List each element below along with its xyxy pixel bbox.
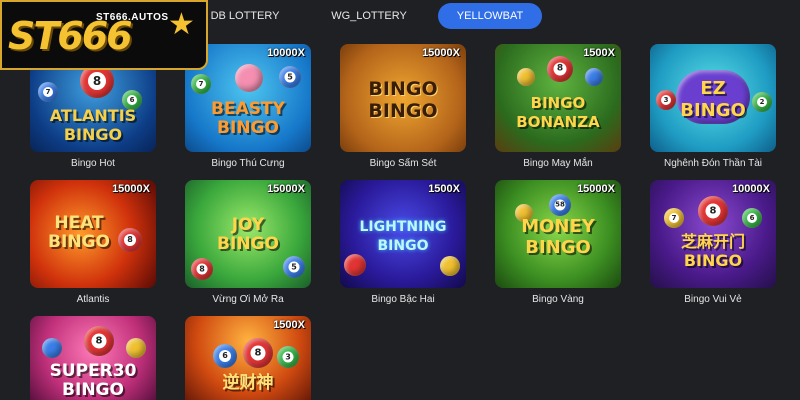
multiplier-badge: 1500X [273, 319, 305, 331]
game-name-label[interactable]: Vừng Ơi Mở Ra [173, 294, 323, 305]
game-name-label[interactable]: Atlantis [18, 294, 168, 305]
game-name-label[interactable]: Bingo Hot [18, 158, 168, 169]
tab-wg-lottery[interactable]: WG_LOTTERY [320, 3, 418, 29]
star-icon: ★ [168, 8, 195, 41]
game-art-title: SUPER30 BINGO [49, 361, 137, 400]
multiplier-badge: 15000X [112, 183, 150, 195]
game-art-title: EZ BINGO [680, 78, 746, 121]
game-card-super30-bingo[interactable]: 8 SUPER30 BINGO [30, 316, 156, 400]
multiplier-badge: 15000X [422, 47, 460, 59]
game-art-title: JOY BINGO [217, 215, 279, 254]
game-name-label[interactable]: Bingo Vui Vẻ [638, 294, 788, 305]
game-art-title: HEAT BINGO [48, 213, 110, 252]
game-card-heat-bingo[interactable]: 15000X 8 HEAT BINGO [30, 180, 156, 288]
game-name-label[interactable]: Nghênh Đón Thần Tài [638, 158, 788, 169]
multiplier-badge: 15000X [267, 183, 305, 195]
game-card-money-bingo[interactable]: 15000X 58 MONEY BINGO [495, 180, 621, 288]
multiplier-badge: 15000X [577, 183, 615, 195]
multiplier-badge: 1500X [428, 183, 460, 195]
tab-yellowbat[interactable]: YELLOWBAT [438, 3, 542, 29]
game-name-label[interactable]: Bingo Vàng [483, 294, 633, 305]
game-card-bingo-bonanza[interactable]: 1500X 8 BINGO BONANZA [495, 44, 621, 152]
logo-brand-text: ST666 [8, 14, 133, 58]
game-name-label[interactable]: Bingo Bậc Hai [328, 294, 478, 305]
game-art-title: BINGO BINGO [368, 78, 438, 122]
game-art-title: LIGHTNING BINGO [359, 219, 447, 254]
game-art-title: BEASTY BINGO [211, 99, 285, 138]
game-card-ni-cai-shen[interactable]: 1500X 6 8 3 逆财神 [185, 316, 311, 400]
game-card-joy-bingo[interactable]: 15000X 8 5 JOY BINGO [185, 180, 311, 288]
multiplier-badge: 1500X [583, 47, 615, 59]
tab-db-lottery[interactable]: DB LOTTERY [200, 3, 290, 29]
game-art-title: 芝麻开门 BINGO [680, 232, 745, 270]
game-card-bingo-bingo[interactable]: 15000X BINGO BINGO [340, 44, 466, 152]
game-card-lightning-bingo[interactable]: 1500X LIGHTNING BINGO [340, 180, 466, 288]
game-art-title: 逆财神 [222, 373, 274, 393]
game-name-label[interactable]: Bingo May Mắn [483, 158, 633, 169]
game-name-label[interactable]: Bingo Thú Cưng [173, 158, 323, 169]
game-art-title: MONEY BINGO [521, 216, 595, 258]
multiplier-badge: 10000X [267, 47, 305, 59]
game-art-title: ATLANTIS BINGO [49, 106, 137, 144]
game-card-zhima-bingo[interactable]: 10000X 8 7 6 芝麻开门 BINGO [650, 180, 776, 288]
site-logo[interactable]: ST666.AUTOS ST666 ★ [0, 0, 208, 70]
game-art-title: BINGO BONANZA [516, 94, 600, 131]
game-card-ez-bingo[interactable]: 3 2 EZ BINGO [650, 44, 776, 152]
multiplier-badge: 10000X [732, 183, 770, 195]
game-name-label[interactable]: Bingo Sấm Sét [328, 158, 478, 169]
